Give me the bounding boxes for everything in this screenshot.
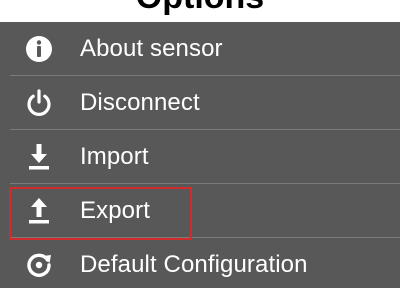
menu-item-import[interactable]: Import [0,130,400,183]
menu-item-label: About sensor [80,34,223,62]
menu-item-default-configuration[interactable]: Default Configuration [0,238,400,291]
reset-icon [24,250,54,280]
info-icon [24,34,54,64]
sensor-options-menu: About sensor Disconnect Import Export De… [0,22,400,288]
menu-item-label: Import [80,142,149,170]
menu-item-label: Default Configuration [80,250,308,278]
download-icon [24,142,54,172]
export-highlight-box [9,187,192,240]
menu-item-label: Disconnect [80,88,200,116]
menu-item-disconnect[interactable]: Disconnect [0,76,400,129]
power-icon [24,88,54,118]
header-title-fragment: Options [136,0,264,17]
header-strip: Options [0,0,400,22]
menu-item-about-sensor[interactable]: About sensor [0,22,400,75]
